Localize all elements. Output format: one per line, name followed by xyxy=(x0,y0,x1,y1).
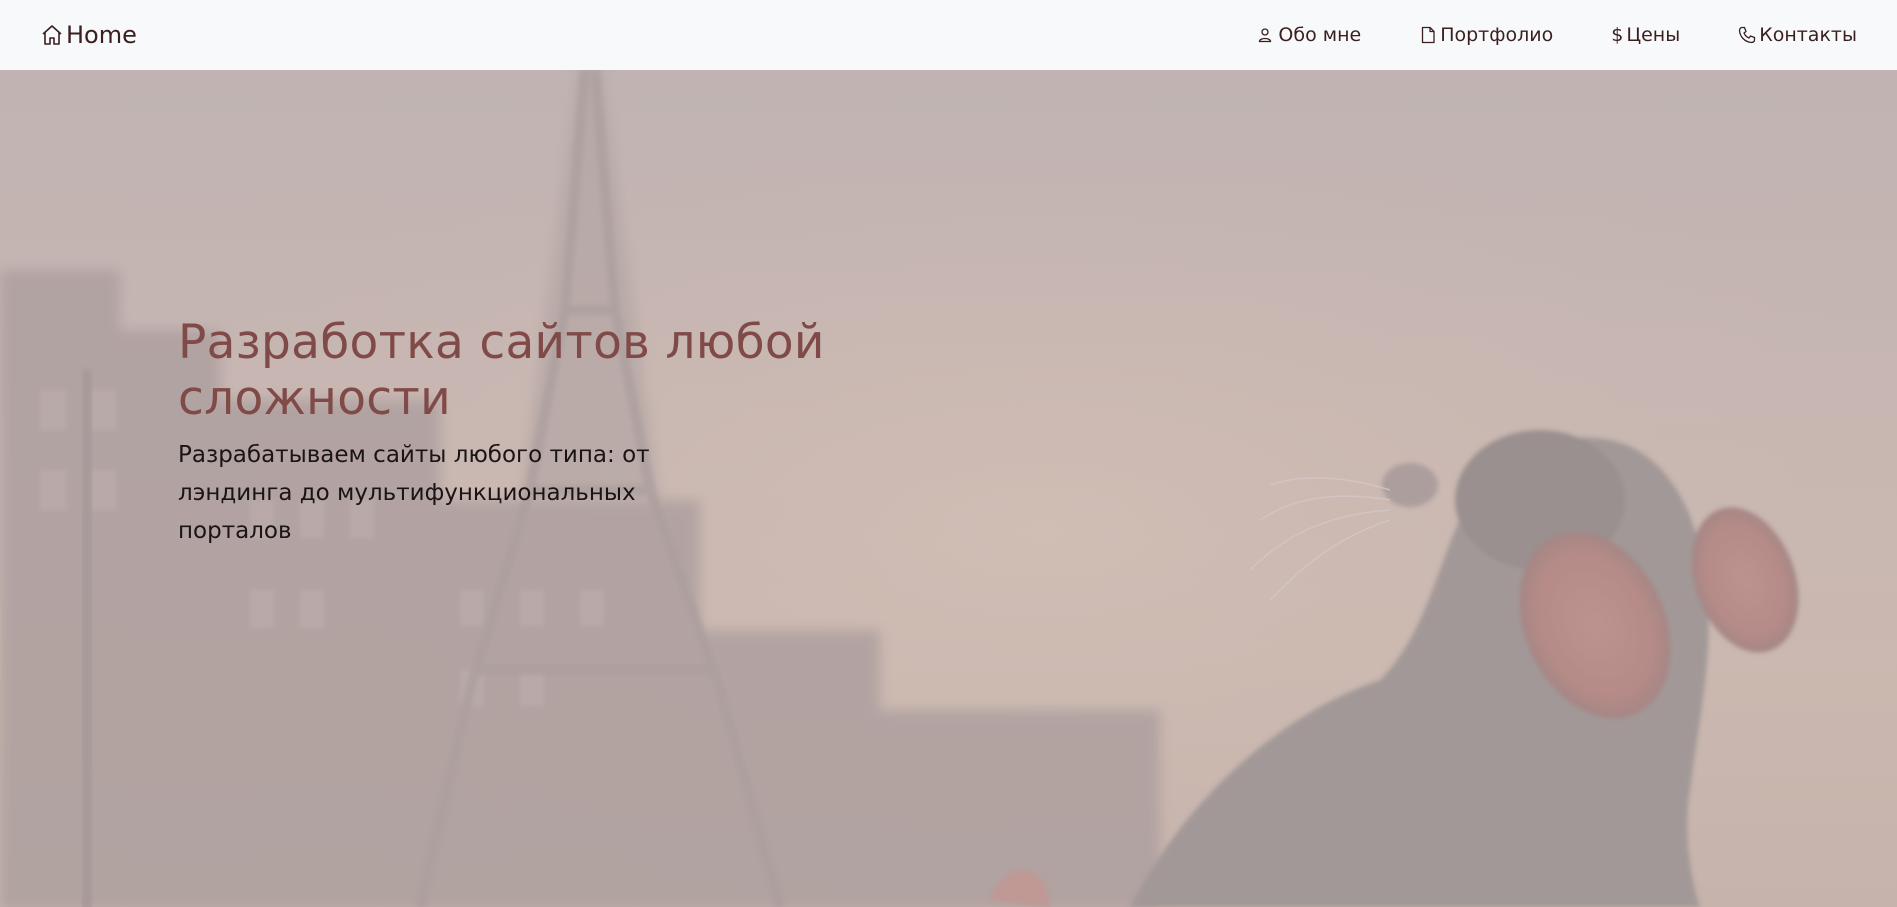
nav-link-contacts[interactable]: Контакты xyxy=(1738,24,1857,46)
nav-link-about[interactable]: Обо мне xyxy=(1257,24,1361,46)
hero-title: Разработка сайтов любой сложности xyxy=(178,315,825,427)
person-icon xyxy=(1259,28,1272,43)
top-navbar: Home Обо мне Портфолио $ Цены Контакты xyxy=(0,0,1897,70)
nav-link-prices[interactable]: $ Цены xyxy=(1611,24,1680,46)
house-icon xyxy=(42,25,62,45)
hero-subtitle: Разрабатываем сайты любого типа: от лэнд… xyxy=(178,441,650,544)
home-link-label: Home xyxy=(66,21,137,49)
nav-link-contacts-label: Контакты xyxy=(1759,24,1857,46)
nav-link-prices-label: Цены xyxy=(1626,24,1681,46)
dollar-icon: $ xyxy=(1611,24,1624,46)
hero-section: Разработка сайтов любой сложности Разраб… xyxy=(0,70,1897,907)
nav-links: Обо мне Портфолио $ Цены Контакты xyxy=(1257,24,1857,46)
phone-icon xyxy=(1739,26,1756,44)
home-link[interactable]: Home xyxy=(40,21,137,49)
nav-link-portfolio-label: Портфолио xyxy=(1440,24,1554,46)
nav-link-portfolio[interactable]: Портфолио xyxy=(1419,24,1553,46)
hero-content: Разработка сайтов любой сложности Разраб… xyxy=(178,315,1098,550)
nav-link-about-label: Обо мне xyxy=(1278,24,1362,46)
document-icon xyxy=(1422,26,1435,44)
